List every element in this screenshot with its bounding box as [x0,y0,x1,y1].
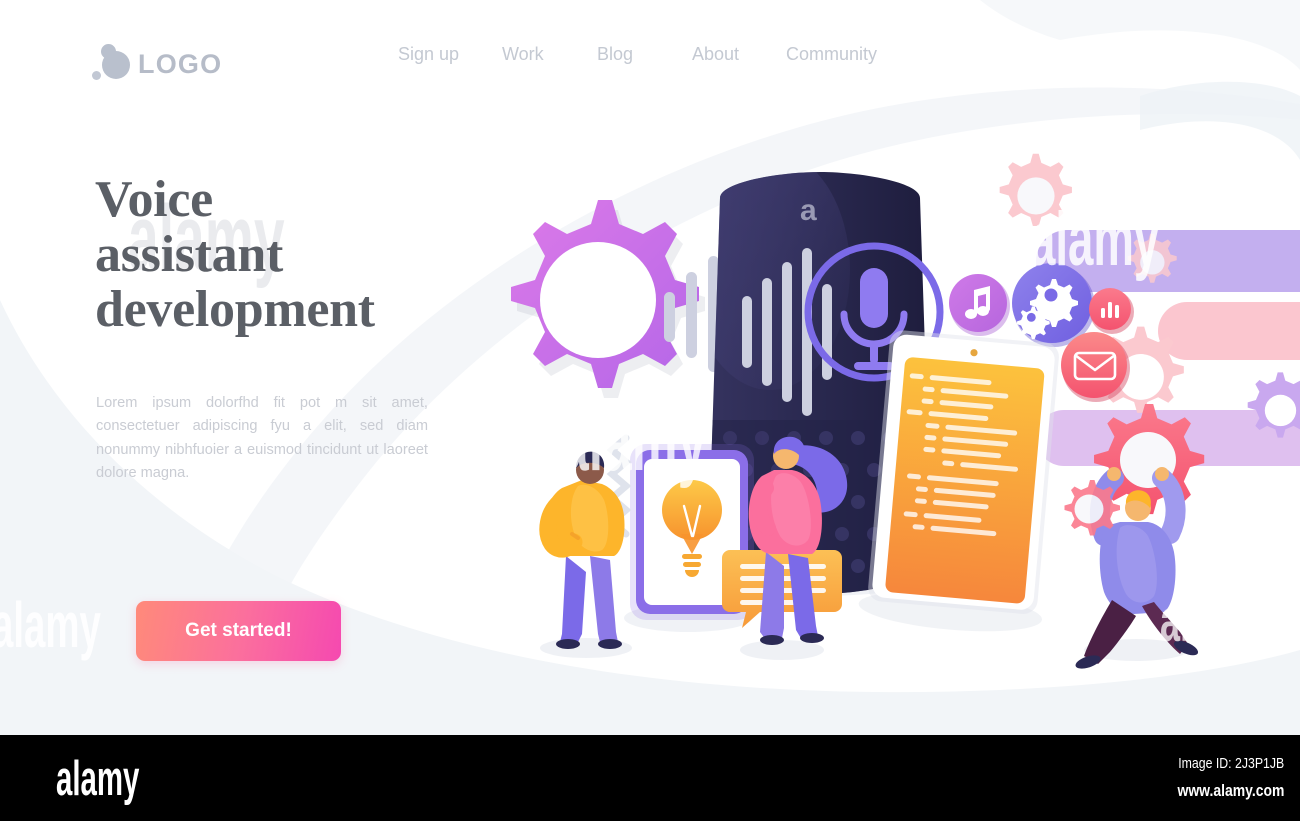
nav-item-community[interactable]: Community [786,44,877,65]
page-title: Voice assistant development [95,172,525,337]
logo-dot-small [92,71,101,80]
code-tablet [858,330,1059,632]
page-title-line-3: development [95,281,375,338]
image-id-text: Image ID: 2J3P1JB [1178,755,1284,772]
nav-item-sign-up[interactable]: Sign up [398,44,459,65]
speaker-brand-glyph: a [800,194,817,227]
nav-item-work[interactable]: Work [502,44,544,65]
gear-bg-pink-bottom [1064,480,1120,536]
alamy-url-text: www.alamy.com [1177,781,1284,800]
gear-large-orchid [511,200,705,398]
logo-text: LOGO [138,48,223,79]
landing-page-canvas: alamy alamy alamy alamy alamy LOGO Sign … [0,0,1300,735]
logo-dot-large [102,51,130,79]
hero-paragraph: Lorem ipsum dolorfhd fit pot m sit amet,… [96,395,428,482]
bar-chart-icon [1089,288,1134,334]
voice-assistant-illustration: a [440,120,1300,700]
alamy-logo: alamy [56,752,140,806]
site-header: LOGO Sign up Work Blog About Community [0,0,1300,110]
get-started-button[interactable]: Get started! [136,601,341,661]
page-title-line-1: Voice [95,171,213,228]
music-note-icon [949,274,1010,336]
nav-item-blog[interactable]: Blog [597,44,633,65]
three-dots-logo-icon [92,44,138,84]
logo[interactable]: LOGO [92,44,222,84]
illustration-svg: a [511,153,1300,669]
page-title-line-2: assistant [95,226,284,283]
nav-item-about[interactable]: About [692,44,739,65]
alamy-watermark-bar: alamy Image ID: 2J3P1JB www.alamy.com [0,735,1300,821]
